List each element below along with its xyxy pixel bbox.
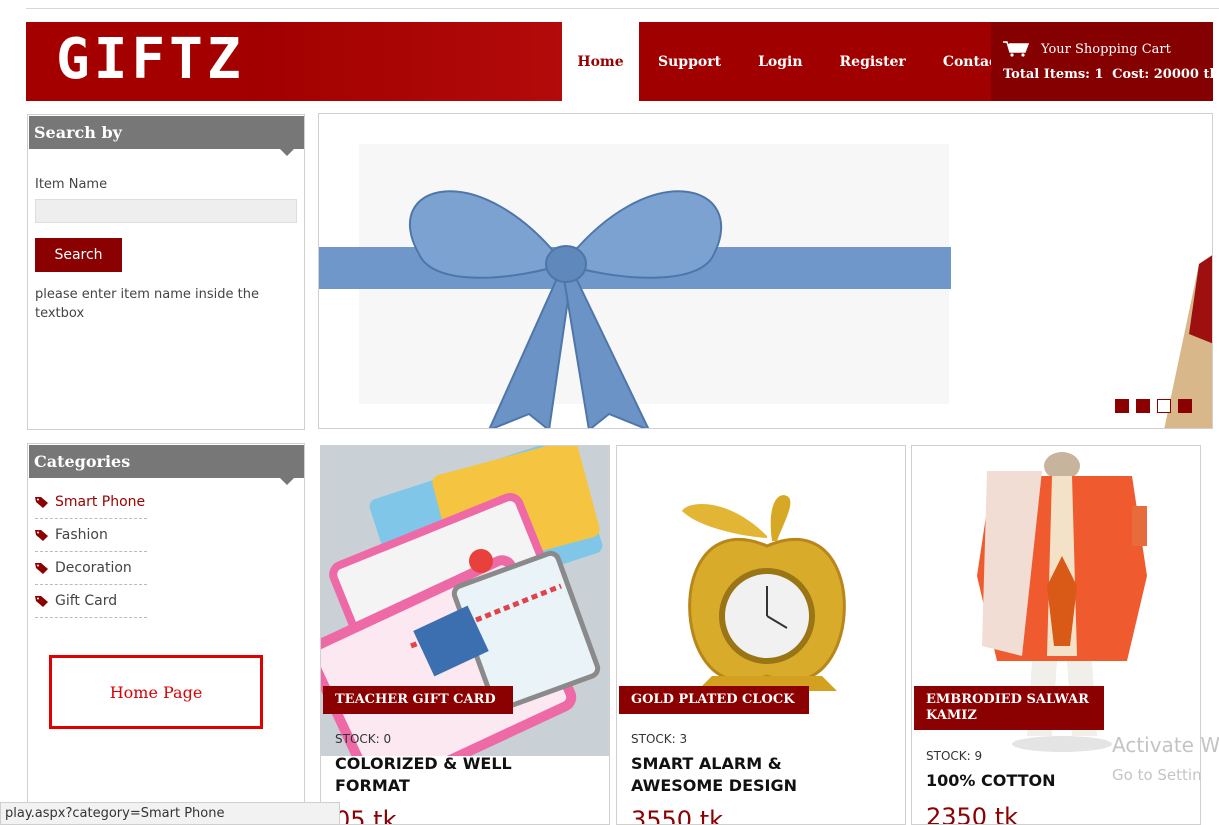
site-logo[interactable]: GIFTZ xyxy=(56,30,245,90)
category-gift-card[interactable]: Gift Card xyxy=(35,585,147,618)
shopping-cart-icon xyxy=(1003,41,1029,57)
product-description: SMART ALARM & AWESOME DESIGN xyxy=(631,754,797,795)
tag-icon xyxy=(35,530,48,541)
tag-icon xyxy=(35,563,48,574)
search-help-text: please enter item name inside the textbo… xyxy=(35,287,259,321)
home-page-link[interactable]: Home Page xyxy=(49,655,263,729)
cart-total-cost: Cost: 20000 tk xyxy=(1112,67,1213,82)
category-list: Smart Phone Fashion Decoration Gift Card xyxy=(35,486,147,618)
cart-title: Your Shopping Cart xyxy=(1041,41,1171,57)
item-name-label: Item Name xyxy=(35,177,108,192)
product-price: 3550 tk xyxy=(631,806,724,825)
tag-icon xyxy=(35,497,48,508)
cart-stats: Total Items: 1 Cost: 20000 tk xyxy=(1003,67,1213,82)
nav-login[interactable]: Login xyxy=(758,54,802,70)
slider-dot[interactable] xyxy=(1136,399,1150,413)
product-name[interactable]: GOLD PLATED CLOCK xyxy=(619,686,809,714)
category-label: Decoration xyxy=(55,560,132,576)
category-label: Smart Phone xyxy=(55,494,146,510)
product-description: COLORIZED & WELL FORMAT xyxy=(335,754,512,795)
categories-panel: Categories Smart Phone Fashion Decoratio… xyxy=(27,443,305,825)
logo-block[interactable]: GIFTZ xyxy=(26,22,248,101)
tag-icon xyxy=(35,596,48,607)
browser-status-url: play.aspx?category=Smart Phone xyxy=(0,802,340,825)
category-decoration[interactable]: Decoration xyxy=(35,552,147,585)
page-top-divider xyxy=(26,8,1219,9)
product-name[interactable]: TEACHER GIFT CARD xyxy=(323,686,513,714)
banner-slider[interactable] xyxy=(318,113,1213,429)
gift-ribbon-image xyxy=(319,114,1212,428)
product-price: 2350 tk xyxy=(926,803,1019,825)
cart-title-row: Your Shopping Cart xyxy=(1003,41,1171,57)
category-smart-phone[interactable]: Smart Phone xyxy=(35,486,147,519)
nav-home[interactable]: Home xyxy=(562,22,639,101)
search-panel-title: Search by xyxy=(29,116,304,156)
search-panel: Search by Item Name Search please enter … xyxy=(27,114,305,430)
category-label: Gift Card xyxy=(55,593,118,609)
shopping-cart-summary[interactable]: Your Shopping Cart Total Items: 1 Cost: … xyxy=(991,22,1213,101)
slider-pagination xyxy=(1115,399,1199,413)
slider-dot-active[interactable] xyxy=(1157,399,1171,413)
categories-panel-title: Categories xyxy=(29,445,304,485)
item-name-input[interactable] xyxy=(35,199,297,223)
nav-register[interactable]: Register xyxy=(840,54,906,70)
product-card[interactable]: GOLD PLATED CLOCK STOCK: 3 SMART ALARM &… xyxy=(616,445,906,825)
product-stock: STOCK: 9 xyxy=(926,749,983,763)
slider-dot[interactable] xyxy=(1178,399,1192,413)
nav-support[interactable]: Support xyxy=(658,54,721,70)
product-card[interactable]: TEACHER GIFT CARD STOCK: 0 COLORIZED & W… xyxy=(320,445,610,825)
product-name[interactable]: EMBRODIED SALWAR KAMIZ xyxy=(914,686,1104,730)
search-button[interactable]: Search xyxy=(35,238,122,272)
activate-windows-subtext: Go to Settin xyxy=(1112,766,1202,784)
activate-windows-watermark: Activate W xyxy=(1112,733,1219,757)
product-stock: STOCK: 0 xyxy=(335,732,392,746)
header-logo-area: GIFTZ xyxy=(26,22,562,101)
category-fashion[interactable]: Fashion xyxy=(35,519,147,552)
cart-total-items: Total Items: 1 xyxy=(1003,67,1104,82)
product-stock: STOCK: 3 xyxy=(631,732,688,746)
slider-dot[interactable] xyxy=(1115,399,1129,413)
main-navigation: Support Login Register Contact xyxy=(639,22,1004,101)
product-price: 05 tk xyxy=(335,806,397,825)
category-label: Fashion xyxy=(55,527,108,543)
